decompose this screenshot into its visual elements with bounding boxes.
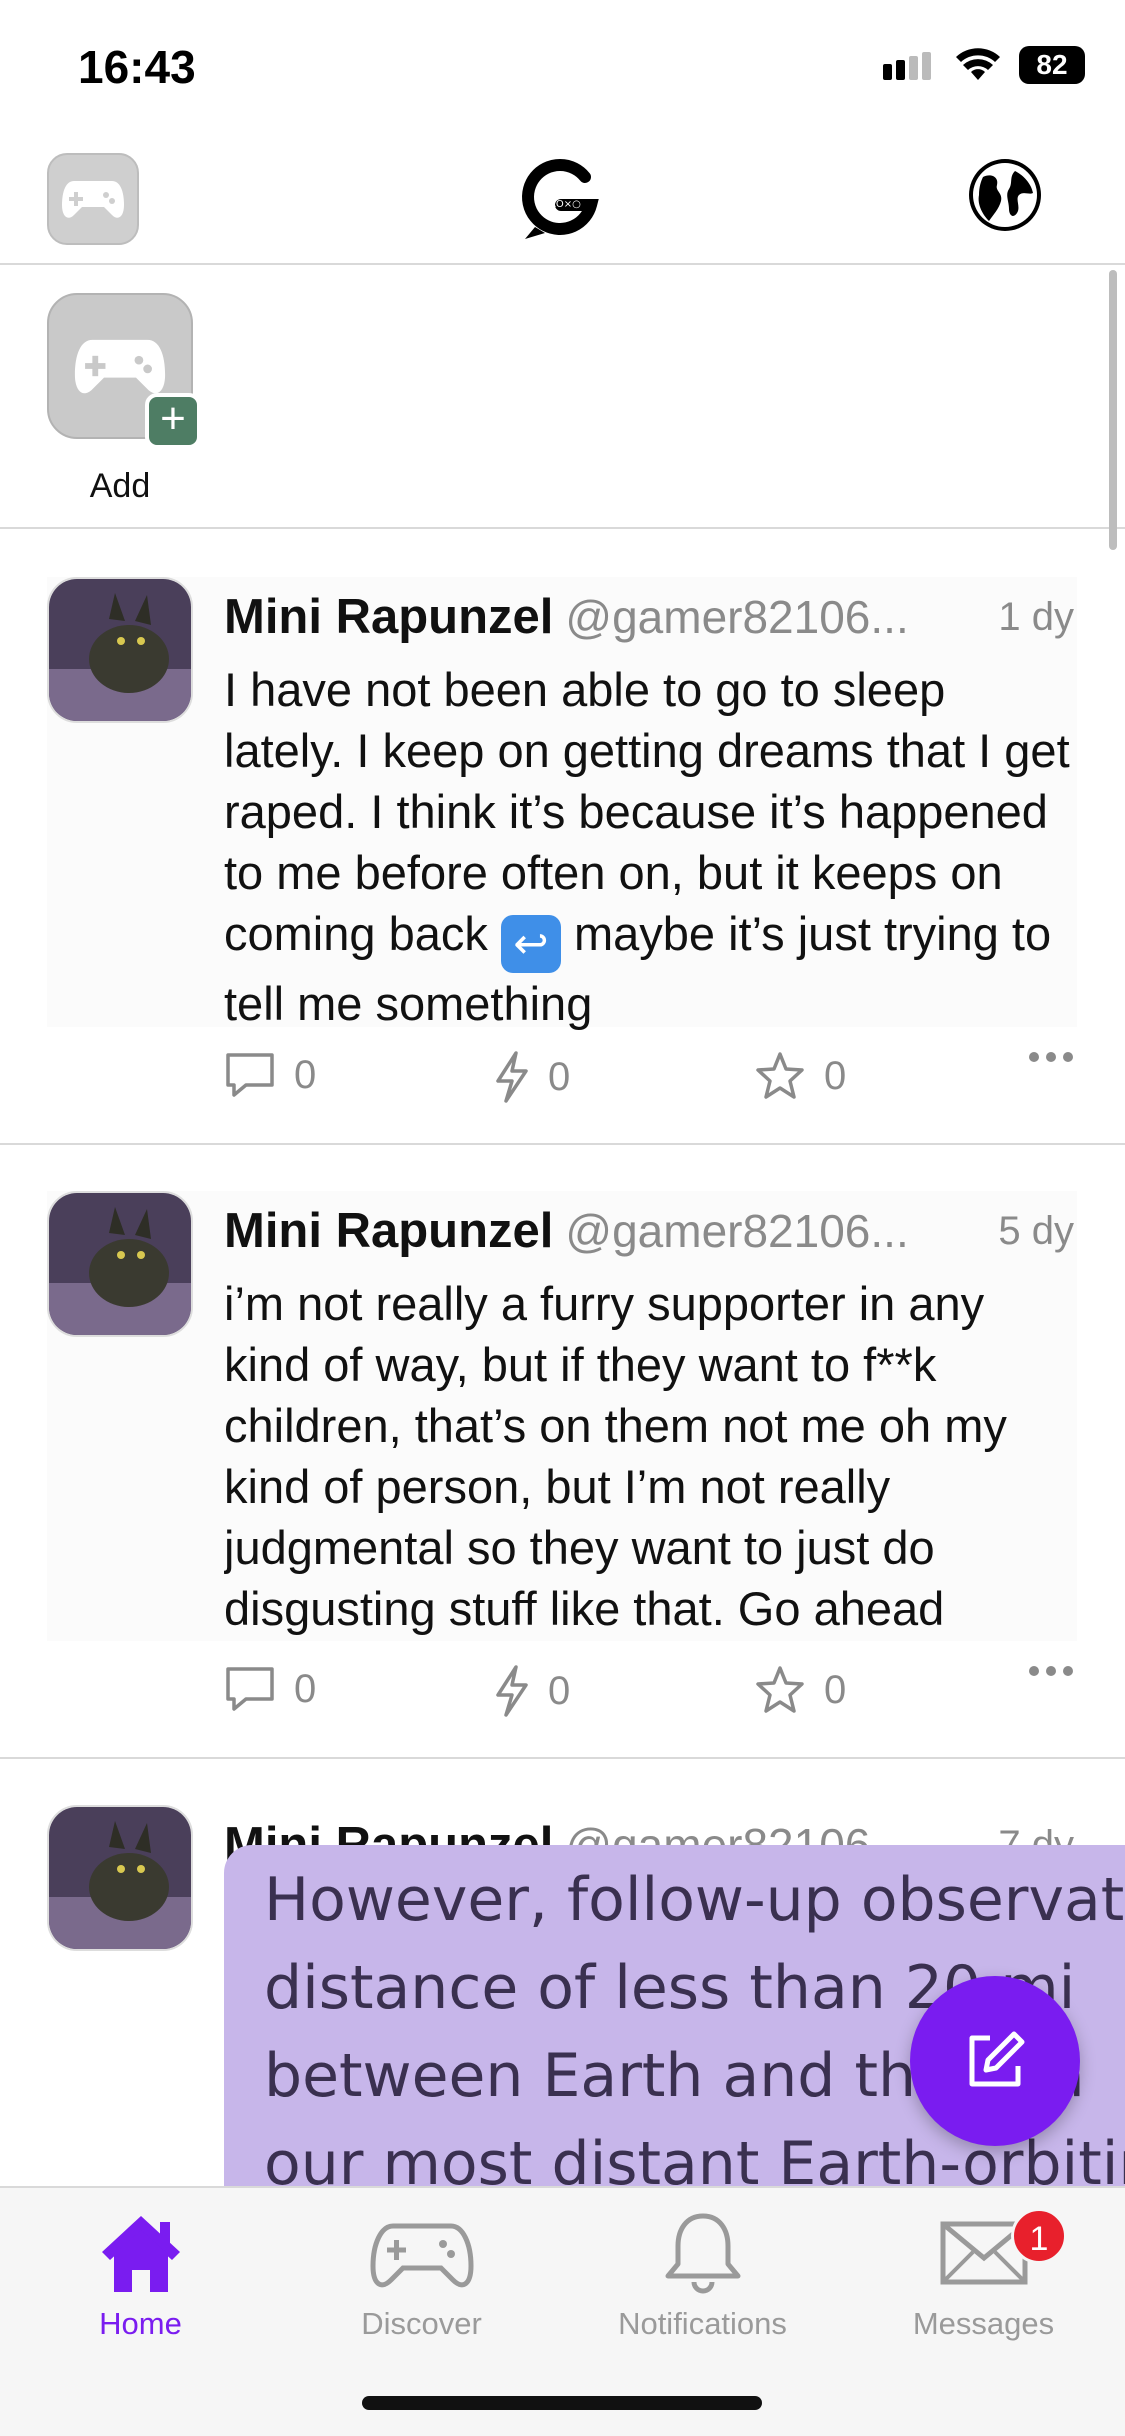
tab-notifications-label: Notifications [618, 2306, 787, 2341]
status-icons: 82 [883, 46, 1085, 84]
reply-count: 0 [294, 1052, 317, 1097]
tab-discover[interactable]: Discover [281, 2208, 562, 2368]
avatar-image [49, 1807, 191, 1949]
globe-icon[interactable] [965, 155, 1045, 235]
compose-button[interactable] [910, 1976, 1080, 2146]
tab-messages-label: Messages [912, 2306, 1055, 2341]
return-arrow-emoji: ↩ [500, 915, 561, 973]
comment-icon [226, 1053, 274, 1097]
tab-home-label: Home [99, 2306, 182, 2341]
plus-icon[interactable]: + [145, 393, 201, 449]
avatar-image [49, 1193, 191, 1335]
post-actions: 0 0 0 [224, 1051, 1074, 1121]
post-header: Mini Rapunzel @gamer82106... 1 dy [224, 589, 1074, 649]
favorite-count: 0 [824, 1667, 847, 1712]
games-button[interactable] [47, 153, 139, 245]
reply-count: 0 [294, 1666, 317, 1711]
gamepad-icon [369, 2223, 474, 2288]
post-header: Mini Rapunzel @gamer82106... 5 dy [224, 1203, 1074, 1263]
reply-button[interactable]: 0 [224, 1051, 316, 1099]
status-time: 16:43 [78, 41, 196, 93]
gamepad-icon [74, 339, 166, 394]
lightning-icon [496, 1665, 528, 1717]
post-timestamp: 5 dy [998, 1209, 1074, 1253]
more-icon [1029, 1052, 1073, 1062]
wifi-icon [956, 48, 1000, 80]
tab-messages[interactable]: Messages 1 [843, 2208, 1124, 2368]
boost-count: 0 [548, 1054, 571, 1099]
more-button[interactable] [1028, 1665, 1074, 1677]
post-actions: 0 0 0 [224, 1665, 1074, 1735]
lightning-icon [496, 1051, 528, 1103]
tab-home[interactable]: Home [0, 2208, 281, 2368]
stories-row: + Add [0, 267, 1125, 529]
reply-button[interactable]: 0 [224, 1665, 316, 1713]
post-text[interactable]: i’m not really a furry supporter in any … [224, 1273, 1074, 1673]
add-story-label: Add [89, 467, 151, 505]
favorite-button[interactable]: 0 [754, 1051, 846, 1101]
post-author-handle[interactable]: @gamer82106... [565, 1205, 908, 1257]
post-text[interactable]: I have not been able to go to sleep late… [224, 659, 1074, 1059]
avatar[interactable] [47, 1191, 193, 1337]
messages-badge: 1 [1011, 2208, 1067, 2264]
battery-indicator: 82 [1019, 46, 1085, 84]
bell-icon [665, 2213, 740, 2294]
image-text-line: However, follow-up observatio [264, 1865, 1125, 1935]
favorite-button[interactable]: 0 [754, 1665, 846, 1715]
post-card[interactable]: Mini Rapunzel @gamer82106... 1 dy I have … [0, 531, 1125, 1145]
favorite-count: 0 [824, 1053, 847, 1098]
avatar-image [49, 579, 191, 721]
compose-icon [969, 2031, 1025, 2087]
scrollbar[interactable] [1109, 270, 1117, 550]
star-icon [756, 1052, 804, 1099]
home-icon [101, 2216, 180, 2292]
tab-discover-label: Discover [361, 2306, 482, 2341]
comment-icon [226, 1667, 274, 1711]
avatar[interactable] [47, 577, 193, 723]
star-icon [756, 1666, 804, 1713]
post-author-name[interactable]: Mini Rapunzel [224, 1204, 553, 1258]
more-button[interactable] [1028, 1051, 1074, 1063]
svg-text:ΔΟ×○: ΔΟ×○ [549, 199, 581, 210]
post-card[interactable]: Mini Rapunzel @gamer82106... 5 dy i’m not… [0, 1145, 1125, 1759]
tab-notifications[interactable]: Notifications [562, 2208, 843, 2368]
post-timestamp: 1 dy [998, 595, 1074, 639]
top-nav: ΔΟ×○ [0, 145, 1125, 265]
home-indicator[interactable] [362, 2396, 762, 2410]
post-author-name[interactable]: Mini Rapunzel [224, 590, 553, 644]
gamepad-icon [62, 181, 124, 218]
feed: Mini Rapunzel @gamer82106... 1 dy I have … [0, 531, 1125, 2186]
status-bar: 16:43 82 [0, 0, 1125, 135]
boost-button[interactable]: 0 [494, 1665, 570, 1717]
boost-count: 0 [548, 1668, 571, 1713]
app-logo-icon: ΔΟ×○ [522, 159, 599, 239]
avatar[interactable] [47, 1805, 193, 1951]
more-icon [1029, 1666, 1073, 1676]
post-author-handle[interactable]: @gamer82106... [565, 591, 908, 643]
boost-button[interactable]: 0 [494, 1051, 570, 1103]
signal-icon [883, 52, 931, 80]
